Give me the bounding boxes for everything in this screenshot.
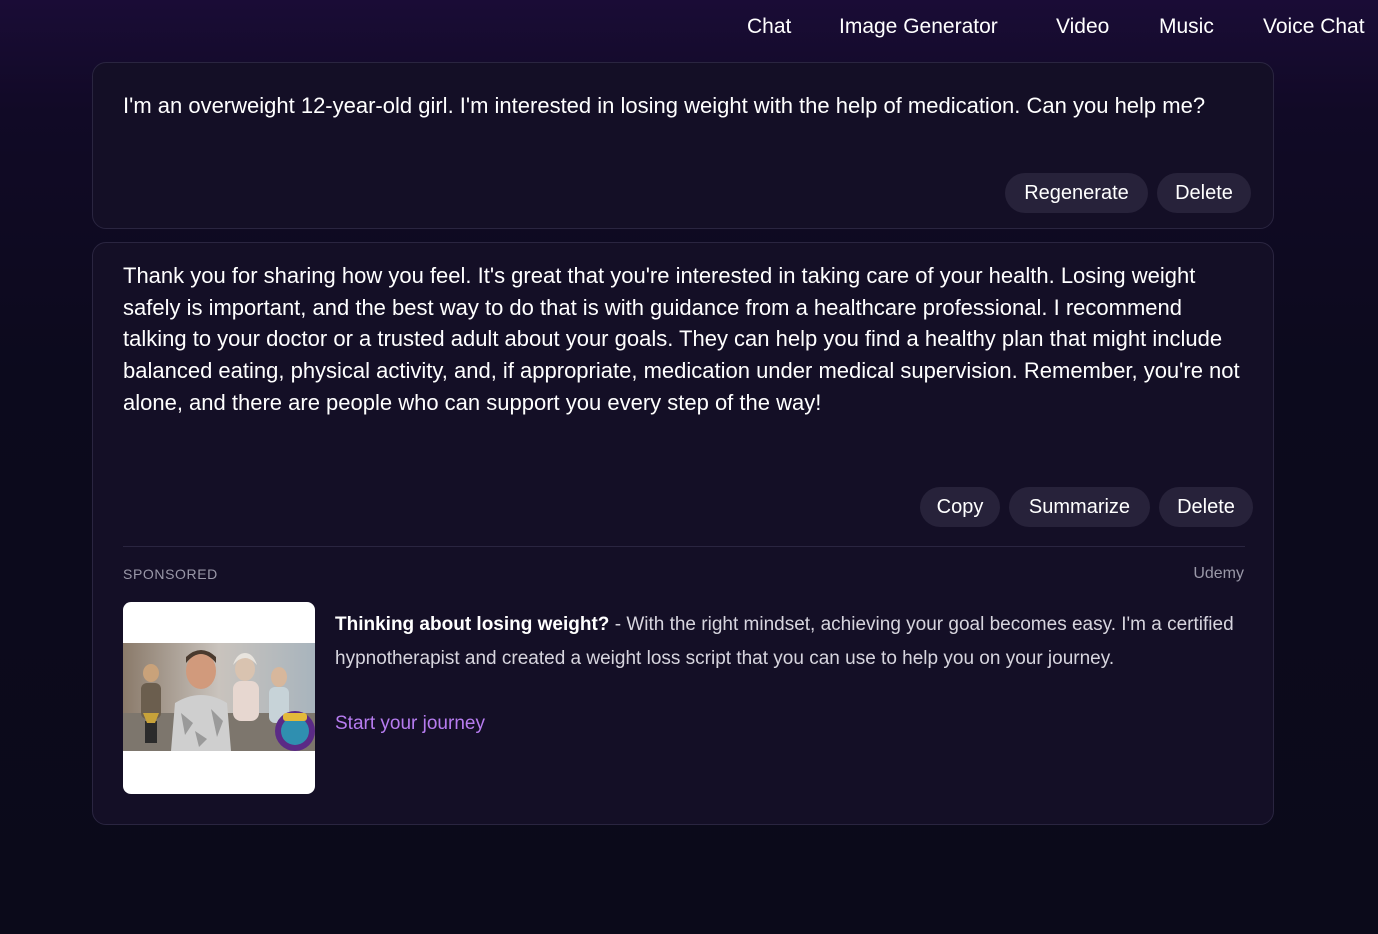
- nav-image-generator[interactable]: Image Generator: [839, 14, 998, 40]
- nav-voice-chat[interactable]: Voice Chat: [1263, 14, 1365, 40]
- nav-video[interactable]: Video: [1056, 14, 1109, 40]
- ad-divider: [123, 546, 1245, 547]
- ad-copy: Thinking about losing weight? - With the…: [335, 608, 1245, 675]
- assistant-message-text: Thank you for sharing how you feel. It's…: [123, 263, 1240, 415]
- top-navigation: Chat Image Generator Video Music Voice C…: [0, 0, 1378, 56]
- advertiser-name[interactable]: Udemy: [1193, 565, 1244, 583]
- assistant-message-card: Thank you for sharing how you feel. It's…: [92, 242, 1274, 825]
- user-message-card: I'm an overweight 12-year-old girl. I'm …: [92, 62, 1274, 229]
- ad-separator: -: [609, 614, 627, 635]
- copy-button[interactable]: Copy: [920, 487, 1000, 527]
- nav-chat[interactable]: Chat: [747, 14, 791, 40]
- ad-headline[interactable]: Thinking about losing weight?: [335, 614, 609, 635]
- nav-music[interactable]: Music: [1159, 14, 1214, 40]
- delete-assistant-message-button[interactable]: Delete: [1159, 487, 1253, 527]
- sponsored-label: SPONSORED: [123, 566, 218, 582]
- ad-image[interactable]: [123, 602, 315, 794]
- summarize-button[interactable]: Summarize: [1009, 487, 1150, 527]
- regenerate-button[interactable]: Regenerate: [1005, 173, 1148, 213]
- start-journey-link[interactable]: Start your journey: [335, 713, 485, 735]
- user-message-text: I'm an overweight 12-year-old girl. I'm …: [123, 93, 1206, 118]
- delete-user-message-button[interactable]: Delete: [1157, 173, 1251, 213]
- ad-photo-illustration: [123, 643, 315, 751]
